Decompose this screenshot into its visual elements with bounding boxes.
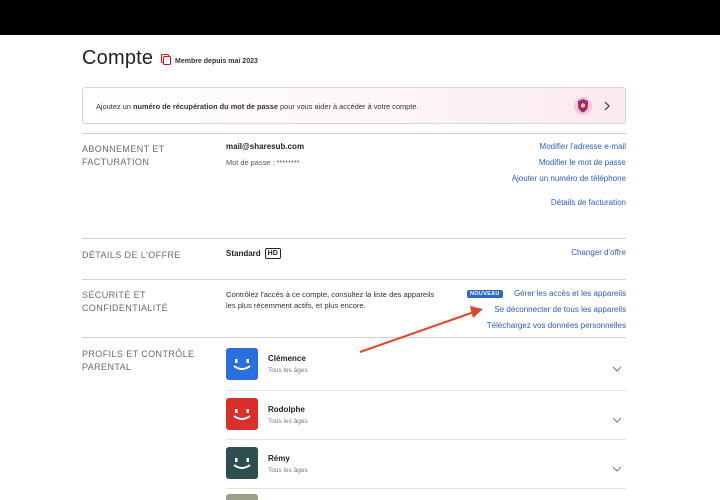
- profiles-section-label: PROFILS ET CONTRÔLE PARENTAL: [82, 349, 195, 372]
- smiley-avatar-icon: [226, 348, 258, 380]
- change-email-link[interactable]: Modifier l'adresse e-mail: [540, 142, 626, 151]
- membership-icon: [161, 52, 171, 70]
- profile-name[interactable]: Clémence: [268, 354, 306, 363]
- new-badge: NOUVEAU: [467, 290, 503, 298]
- smiley-avatar-icon: [226, 447, 258, 479]
- security-section-label: SÉCURITÉ ET CONFIDENTIALITÉ: [82, 290, 169, 313]
- plan-section-label: DÉTAILS DE L'OFFRE: [82, 250, 181, 260]
- section-divider: [82, 337, 626, 338]
- profile-divider: [226, 488, 626, 489]
- section-divider: [82, 133, 626, 134]
- account-email: mail@sharesub.com: [226, 142, 305, 151]
- profile-rating: Tous les âges: [268, 418, 308, 425]
- page-title: Compte: [82, 47, 154, 69]
- billing-details-link[interactable]: Détails de facturation: [551, 198, 626, 207]
- recovery-phone-banner[interactable]: Ajoutez un numéro de récupération du mot…: [82, 87, 626, 124]
- member-since: Membre depuis mai 2023: [161, 52, 258, 70]
- member-since-text: Membre depuis mai 2023: [175, 57, 258, 65]
- account-password: Mot de passe : ********: [226, 158, 300, 167]
- profile-avatar[interactable]: [226, 494, 258, 500]
- profile-avatar[interactable]: [226, 447, 258, 479]
- section-divider: [82, 279, 626, 280]
- chevron-down-icon[interactable]: [612, 411, 622, 429]
- security-description: Contrôlez l'accès à ce compte, consultez…: [226, 290, 435, 310]
- profile-divider: [226, 439, 626, 440]
- profile-rating: Tous les âges: [268, 367, 308, 374]
- change-password-link[interactable]: Modifier le mot de passe: [539, 158, 626, 167]
- profile-divider: [226, 390, 626, 391]
- top-bar: [0, 0, 720, 35]
- plan-info: Standard HD: [226, 248, 281, 259]
- chevron-down-icon[interactable]: [612, 460, 622, 478]
- profile-name[interactable]: Rémy: [268, 454, 290, 463]
- profile-rating: Tous les âges: [268, 467, 308, 474]
- smiley-avatar-icon: [226, 398, 258, 430]
- section-divider: [82, 238, 626, 239]
- manage-access-link[interactable]: Gérer les accès et les appareils: [514, 289, 626, 298]
- change-plan-link[interactable]: Changer d'offre: [571, 248, 626, 257]
- sign-out-all-devices-link[interactable]: Se déconnecter de tous les appareils: [494, 305, 626, 314]
- profile-avatar[interactable]: [226, 348, 258, 380]
- add-phone-link[interactable]: Ajouter un numéro de téléphone: [512, 174, 626, 183]
- chevron-down-icon[interactable]: [612, 360, 622, 378]
- chevron-right-icon[interactable]: [603, 99, 611, 117]
- profile-avatar[interactable]: [226, 398, 258, 430]
- profile-name[interactable]: Rodolphe: [268, 405, 305, 414]
- download-data-link[interactable]: Téléchargez vos données personnelles: [487, 321, 626, 330]
- hd-badge: HD: [264, 248, 281, 259]
- shield-badge-icon: [573, 96, 593, 121]
- banner-text: Ajoutez un numéro de récupération du mot…: [96, 102, 419, 111]
- plan-name: Standard: [226, 249, 261, 258]
- billing-section-label: ABONNEMENT ET FACTURATION: [82, 144, 165, 167]
